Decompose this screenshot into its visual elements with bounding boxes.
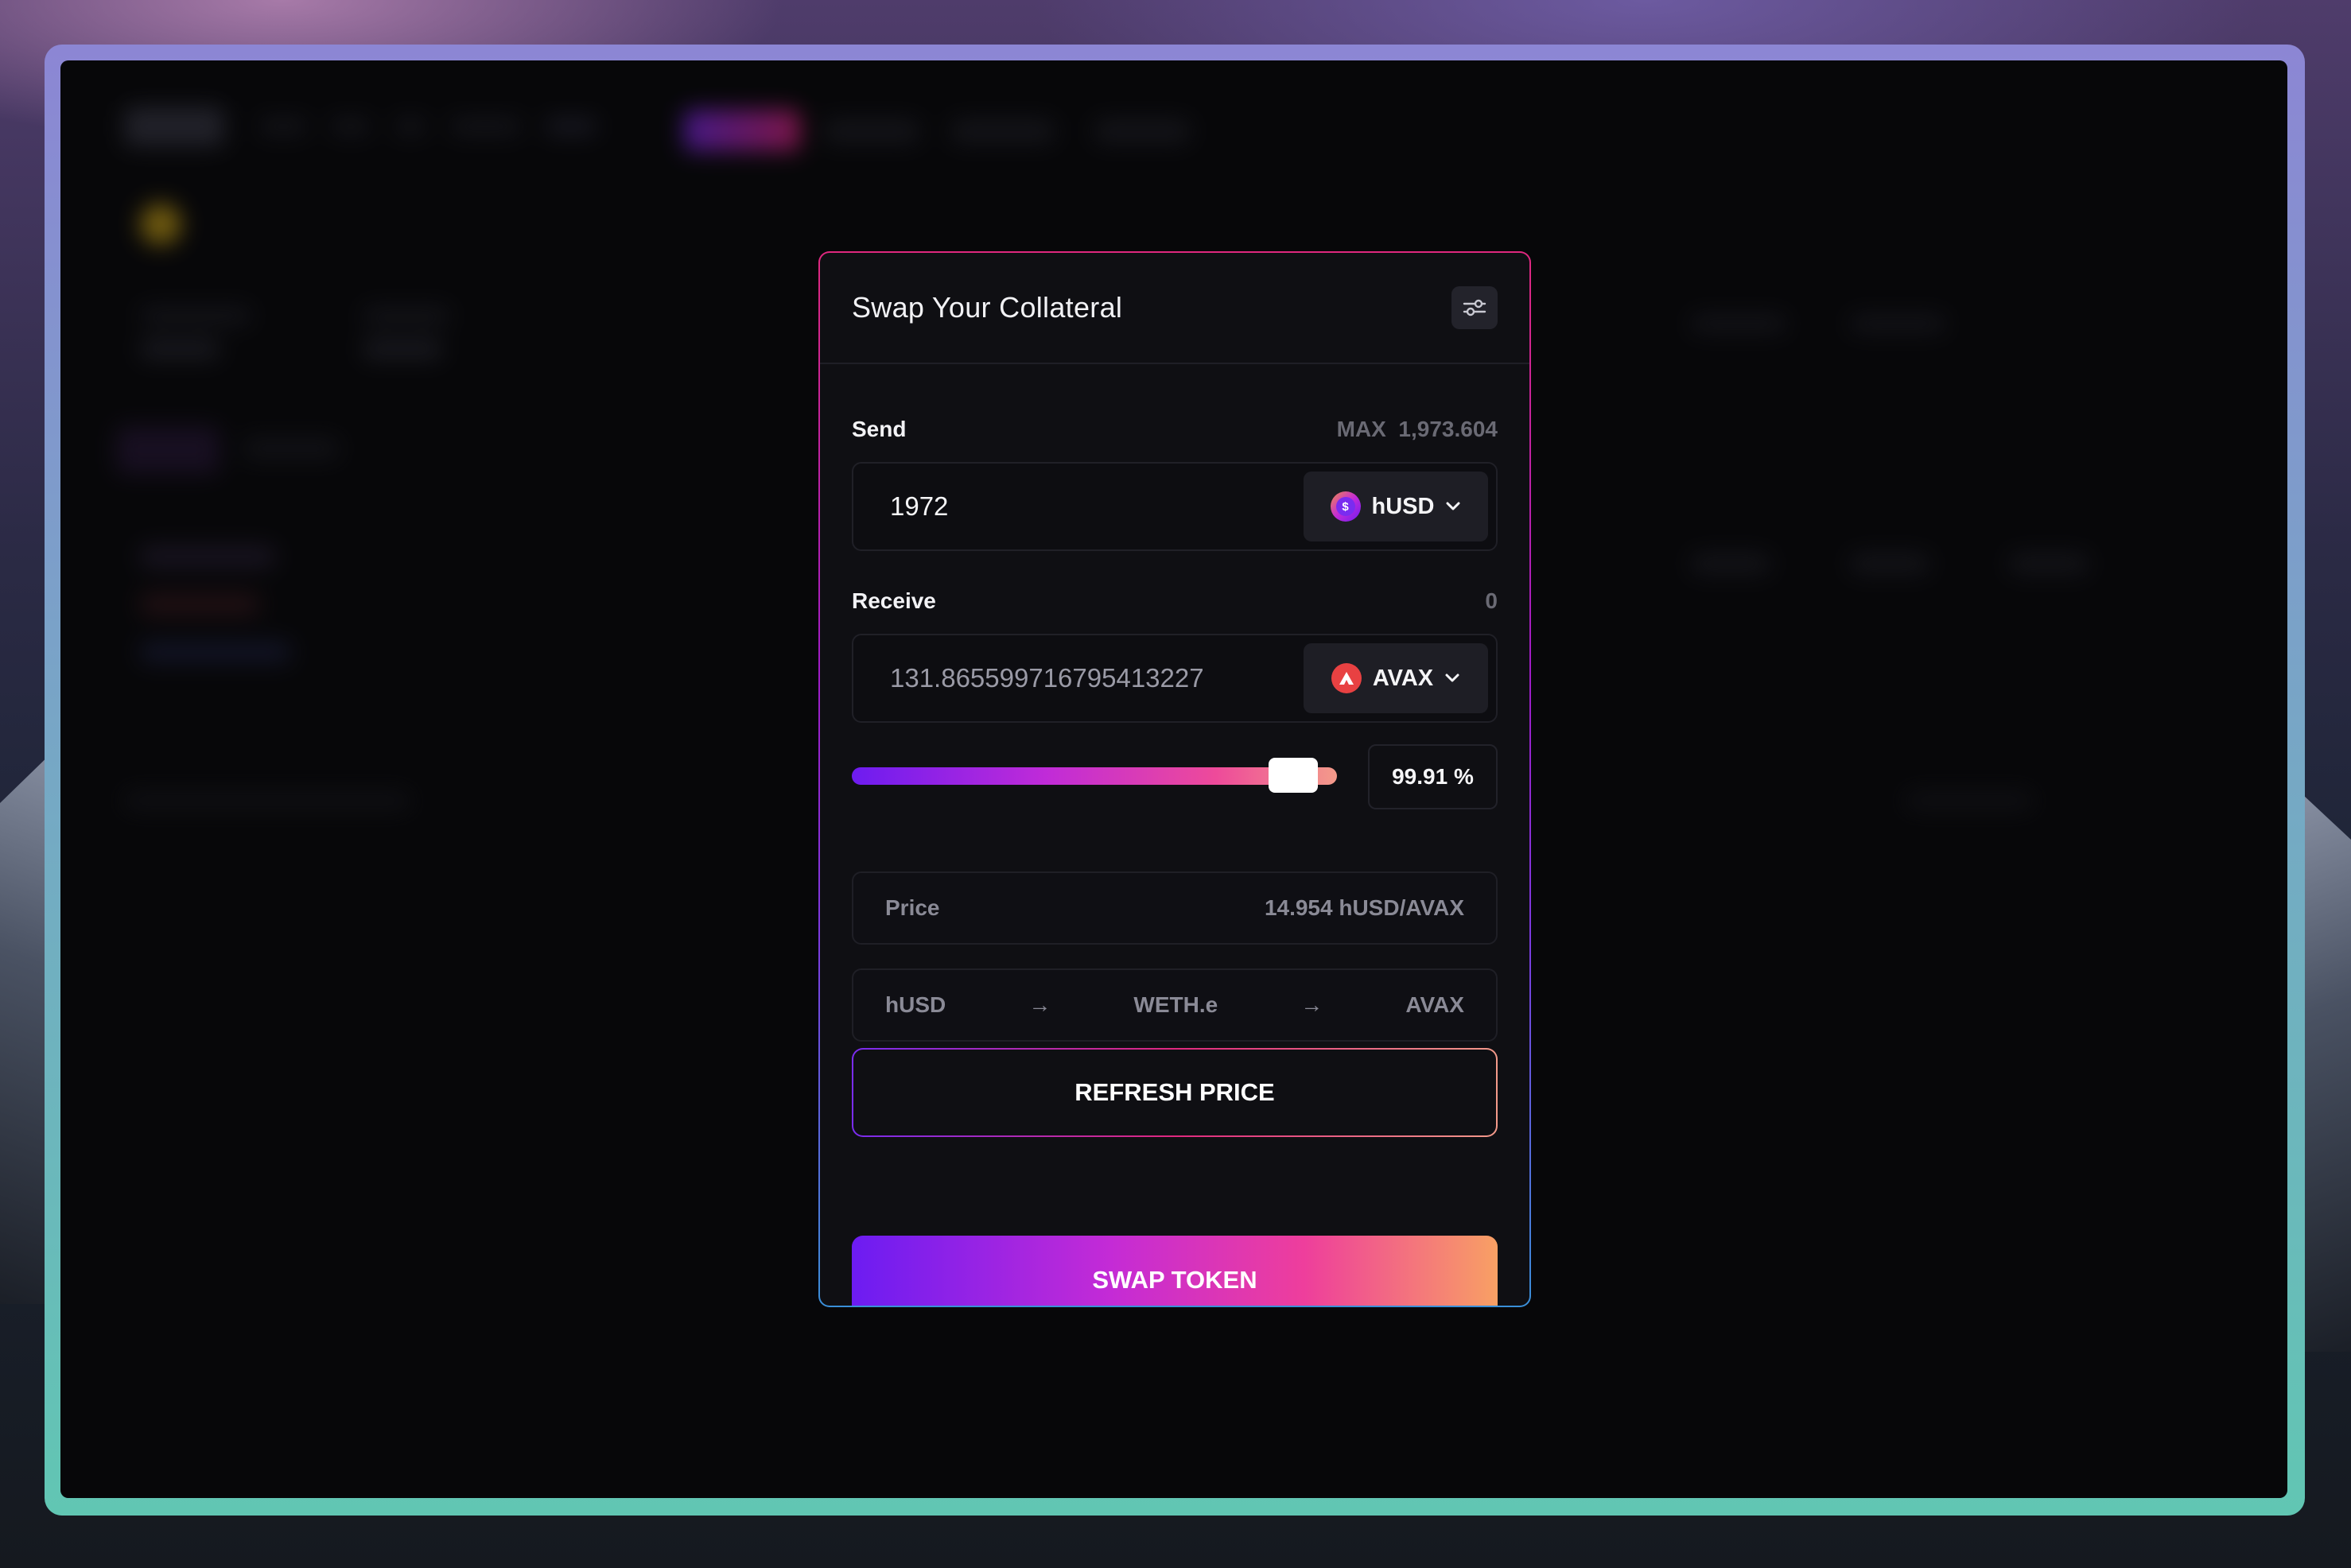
send-amount-field[interactable]: 1972 $ hUSD (852, 462, 1498, 551)
price-value: 14.954 hUSD/AVAX (1264, 895, 1464, 920)
amount-slider-thumb[interactable] (1269, 758, 1318, 793)
husd-coin-icon: $ (1330, 491, 1361, 522)
app-window: Swap Your Collateral Send MAX 1,973.604 … (60, 60, 2287, 1498)
send-token-symbol: hUSD (1371, 493, 1435, 519)
receive-token-selector[interactable]: AVAX (1304, 643, 1488, 713)
percent-input[interactable]: 99.91 % (1368, 744, 1498, 809)
sliders-icon (1463, 299, 1486, 316)
max-label[interactable]: MAX (1337, 417, 1386, 441)
max-balance[interactable]: MAX 1,973.604 (1337, 417, 1498, 442)
modal-body: Swap Your Collateral Send MAX 1,973.604 … (820, 253, 1529, 1306)
send-token-selector[interactable]: $ hUSD (1304, 472, 1488, 541)
route-step: WETH.e (1133, 992, 1218, 1017)
price-row: Price 14.954 hUSD/AVAX (852, 871, 1498, 945)
amount-slider-track[interactable] (852, 767, 1337, 785)
receive-amount-field[interactable]: 131.865599716795413227 AVAX (852, 634, 1498, 723)
receive-balance: 0 (1485, 588, 1498, 613)
receive-label: Receive (852, 588, 936, 613)
settings-button[interactable] (1451, 286, 1498, 329)
route-step: hUSD (885, 992, 946, 1017)
receive-amount-output: 131.865599716795413227 (890, 663, 1204, 693)
max-value: 1,973.604 (1398, 417, 1498, 441)
refresh-price-button[interactable]: REFRESH PRICE (852, 1048, 1498, 1137)
swap-collateral-modal: Swap Your Collateral Send MAX 1,973.604 … (818, 251, 1531, 1307)
chevron-down-icon (1446, 502, 1460, 510)
modal-title: Swap Your Collateral (852, 291, 1123, 324)
send-label: Send (852, 417, 907, 441)
arrow-right-icon: → (1028, 992, 1051, 1017)
avax-icon (1331, 663, 1362, 693)
chevron-down-icon (1445, 673, 1459, 682)
send-amount-input[interactable]: 1972 (890, 491, 948, 522)
arrow-right-icon: → (1300, 992, 1323, 1017)
swap-token-button[interactable]: SWAP TOKEN (852, 1236, 1498, 1306)
modal-header: Swap Your Collateral (820, 253, 1529, 364)
percent-symbol: % (1453, 764, 1474, 789)
swap-route: hUSD → WETH.e → AVAX (852, 968, 1498, 1042)
receive-token-symbol: AVAX (1372, 665, 1434, 691)
route-step: AVAX (1405, 992, 1464, 1017)
percent-value[interactable]: 99.91 (1392, 764, 1448, 790)
price-label: Price (885, 895, 940, 920)
refresh-price-label[interactable]: REFRESH PRICE (853, 1050, 1496, 1135)
